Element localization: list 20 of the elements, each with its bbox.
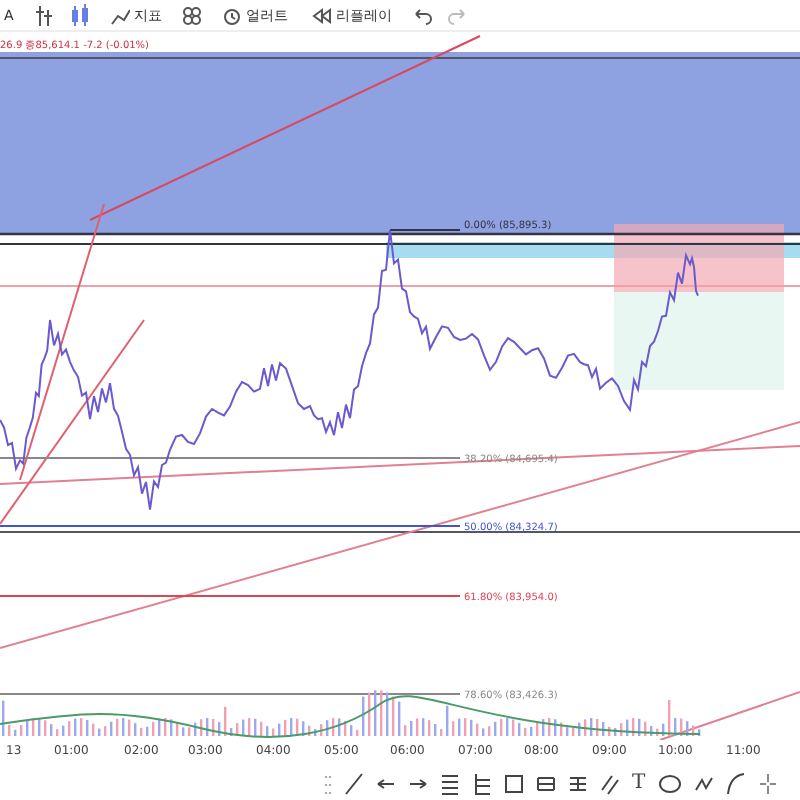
line-tool-icon[interactable] — [344, 772, 364, 796]
short-position-icon[interactable] — [568, 772, 588, 796]
crosshair-icon[interactable] — [757, 772, 778, 796]
candlestick-icon[interactable] — [69, 3, 90, 27]
bar-chart-icon[interactable] — [33, 3, 54, 27]
grid-icon[interactable] — [181, 5, 202, 25]
undo-icon[interactable] — [411, 5, 432, 25]
text-tool[interactable]: T — [632, 772, 646, 796]
clock-icon — [221, 5, 242, 25]
rewind-icon — [311, 5, 332, 25]
parallel-channel-icon[interactable] — [600, 772, 620, 796]
rectangle-icon[interactable] — [504, 772, 524, 796]
ellipse-icon[interactable] — [657, 772, 682, 796]
curve-icon[interactable] — [725, 772, 746, 796]
long-position-icon[interactable] — [536, 772, 556, 796]
wave-icon[interactable] — [693, 772, 714, 796]
trend-line — [659, 691, 800, 740]
fibonacci-icon[interactable] — [472, 772, 492, 796]
horizontal-lines-icon[interactable] — [440, 772, 460, 796]
line-chart-icon — [109, 5, 130, 25]
